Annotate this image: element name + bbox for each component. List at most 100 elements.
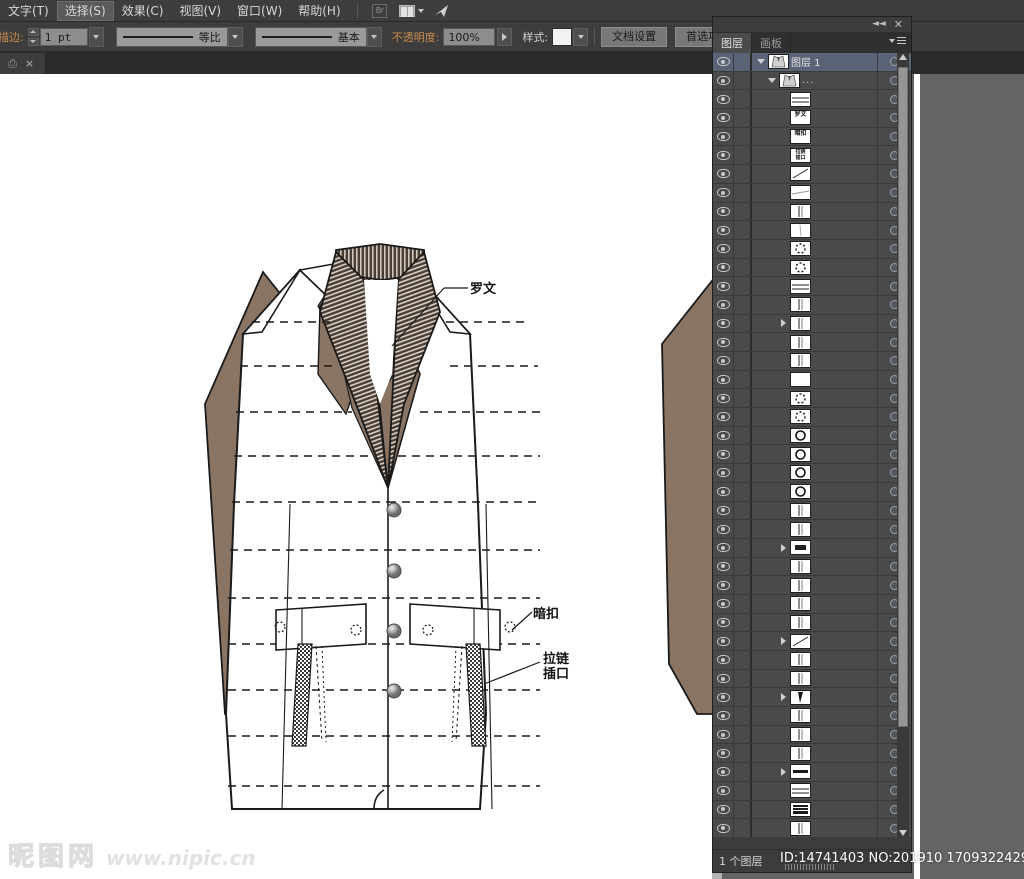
opacity-input[interactable]: 100%	[443, 27, 496, 46]
layer-row[interactable]	[713, 165, 911, 184]
layer-row[interactable]	[713, 594, 911, 614]
layer-lock-toggle[interactable]	[734, 165, 752, 183]
layer-row[interactable]	[713, 800, 911, 820]
artboard-canvas[interactable]: 罗文 暗扣 拉链 插口	[0, 74, 712, 879]
stroke-weight-dropdown[interactable]	[88, 26, 104, 47]
layer-visibility-toggle[interactable]	[713, 53, 734, 71]
layer-visibility-toggle[interactable]	[713, 445, 734, 464]
layer-row[interactable]	[713, 538, 911, 558]
opacity-slider-button[interactable]	[497, 27, 513, 46]
layer-lock-toggle[interactable]	[734, 744, 752, 763]
expand-triangle-down-icon[interactable]	[756, 53, 766, 71]
layer-visibility-toggle[interactable]	[713, 71, 734, 90]
layer-row[interactable]: 罗文	[713, 109, 911, 128]
layer-name-cell[interactable]	[752, 782, 877, 800]
layer-visibility-toggle[interactable]	[713, 744, 734, 763]
brush-dropdown[interactable]	[366, 26, 382, 47]
arrange-documents-icon[interactable]	[399, 3, 425, 18]
tab-layers[interactable]: 图层	[713, 33, 752, 53]
layer-lock-toggle[interactable]	[734, 445, 752, 464]
layer-name-cell[interactable]	[752, 801, 877, 819]
layer-visibility-toggle[interactable]	[713, 426, 734, 445]
menu-item-window[interactable]: 窗口(W)	[229, 1, 290, 21]
layer-name-cell[interactable]: 暗扣	[752, 128, 877, 146]
layer-row[interactable]	[713, 632, 911, 651]
layer-visibility-toggle[interactable]	[713, 146, 734, 165]
layer-name-cell[interactable]	[752, 763, 877, 781]
expand-triangle-right-icon[interactable]	[778, 688, 788, 706]
layer-name-cell[interactable]: 图层 1	[752, 53, 877, 71]
layer-visibility-toggle[interactable]	[713, 295, 734, 314]
layer-lock-toggle[interactable]	[734, 146, 752, 165]
layer-name-cell[interactable]	[752, 165, 877, 183]
layer-visibility-toggle[interactable]	[713, 594, 734, 613]
layer-lock-toggle[interactable]	[734, 71, 752, 90]
layer-visibility-toggle[interactable]	[713, 277, 734, 295]
stroke-weight-input[interactable]: 1 pt	[39, 27, 88, 46]
layer-visibility-toggle[interactable]	[713, 576, 734, 594]
layer-name-cell[interactable]	[752, 483, 877, 501]
layer-visibility-toggle[interactable]	[713, 557, 734, 576]
layer-visibility-toggle[interactable]	[713, 781, 734, 800]
collapse-icon[interactable]: ◄◄	[872, 20, 886, 29]
layer-lock-toggle[interactable]	[734, 370, 752, 389]
layer-visibility-toggle[interactable]	[713, 314, 734, 333]
layer-visibility-toggle[interactable]	[713, 613, 734, 632]
layer-lock-toggle[interactable]	[734, 482, 752, 501]
stroke-profile-dropdown[interactable]	[227, 26, 243, 47]
layer-lock-toggle[interactable]	[734, 688, 752, 707]
brush-definition-combo[interactable]: 基本	[254, 26, 382, 47]
layer-name-cell[interactable]	[752, 203, 877, 221]
layer-row[interactable]	[713, 651, 911, 670]
expand-triangle-right-icon[interactable]	[778, 763, 788, 781]
layer-lock-toggle[interactable]	[734, 333, 752, 351]
tab-artboards[interactable]: 画板	[752, 33, 791, 53]
layer-name-cell[interactable]	[752, 464, 877, 482]
layer-visibility-toggle[interactable]	[713, 127, 734, 146]
layer-lock-toggle[interactable]	[734, 389, 752, 408]
expand-triangle-right-icon[interactable]	[778, 315, 788, 333]
layer-visibility-toggle[interactable]	[713, 669, 734, 688]
layer-name-cell[interactable]	[752, 520, 877, 538]
layer-row[interactable]: 暗扣	[713, 127, 911, 147]
layer-name-cell[interactable]: ...	[752, 72, 877, 90]
layer-name-cell[interactable]	[752, 184, 877, 202]
layer-list[interactable]: 图层 1... 罗文 暗扣 拉链 插口	[713, 53, 911, 837]
layer-visibility-toggle[interactable]	[713, 819, 734, 837]
layer-visibility-toggle[interactable]	[713, 800, 734, 819]
layer-visibility-toggle[interactable]	[713, 221, 734, 239]
layer-row[interactable]: 拉链 插口	[713, 146, 911, 166]
layer-name-cell[interactable]	[752, 259, 877, 277]
layer-row[interactable]	[713, 576, 911, 595]
layer-lock-toggle[interactable]	[734, 763, 752, 781]
layer-name-cell[interactable]	[752, 614, 877, 632]
layer-lock-toggle[interactable]	[734, 669, 752, 688]
layer-visibility-toggle[interactable]	[713, 707, 734, 725]
layer-lock-toggle[interactable]	[734, 127, 752, 146]
layer-visibility-toggle[interactable]	[713, 239, 734, 258]
layer-visibility-toggle[interactable]	[713, 333, 734, 351]
layer-name-cell[interactable]	[752, 221, 877, 239]
layer-name-cell[interactable]	[752, 333, 877, 351]
layer-name-cell[interactable]	[752, 595, 877, 613]
layer-visibility-toggle[interactable]	[713, 183, 734, 202]
layer-row[interactable]	[713, 557, 911, 577]
layer-row[interactable]	[713, 520, 911, 539]
bridge-icon[interactable]: Br	[370, 3, 390, 18]
layer-lock-toggle[interactable]	[734, 221, 752, 239]
layer-visibility-toggle[interactable]	[713, 763, 734, 781]
layer-visibility-toggle[interactable]	[713, 651, 734, 669]
layer-visibility-toggle[interactable]	[713, 464, 734, 482]
layer-name-cell[interactable]	[752, 90, 877, 108]
layer-visibility-toggle[interactable]	[713, 632, 734, 650]
layer-row[interactable]	[713, 258, 911, 278]
layers-scrollbar[interactable]	[897, 53, 909, 837]
stroke-profile-combo[interactable]: 等比	[115, 26, 243, 47]
layer-visibility-toggle[interactable]	[713, 258, 734, 277]
layer-visibility-toggle[interactable]	[713, 501, 734, 520]
layer-row[interactable]	[713, 482, 911, 502]
layer-row[interactable]	[713, 408, 911, 427]
layer-row[interactable]	[713, 613, 911, 633]
layer-row[interactable]	[713, 370, 911, 390]
panel-title-bar[interactable]: ◄◄ ✕	[713, 17, 911, 33]
